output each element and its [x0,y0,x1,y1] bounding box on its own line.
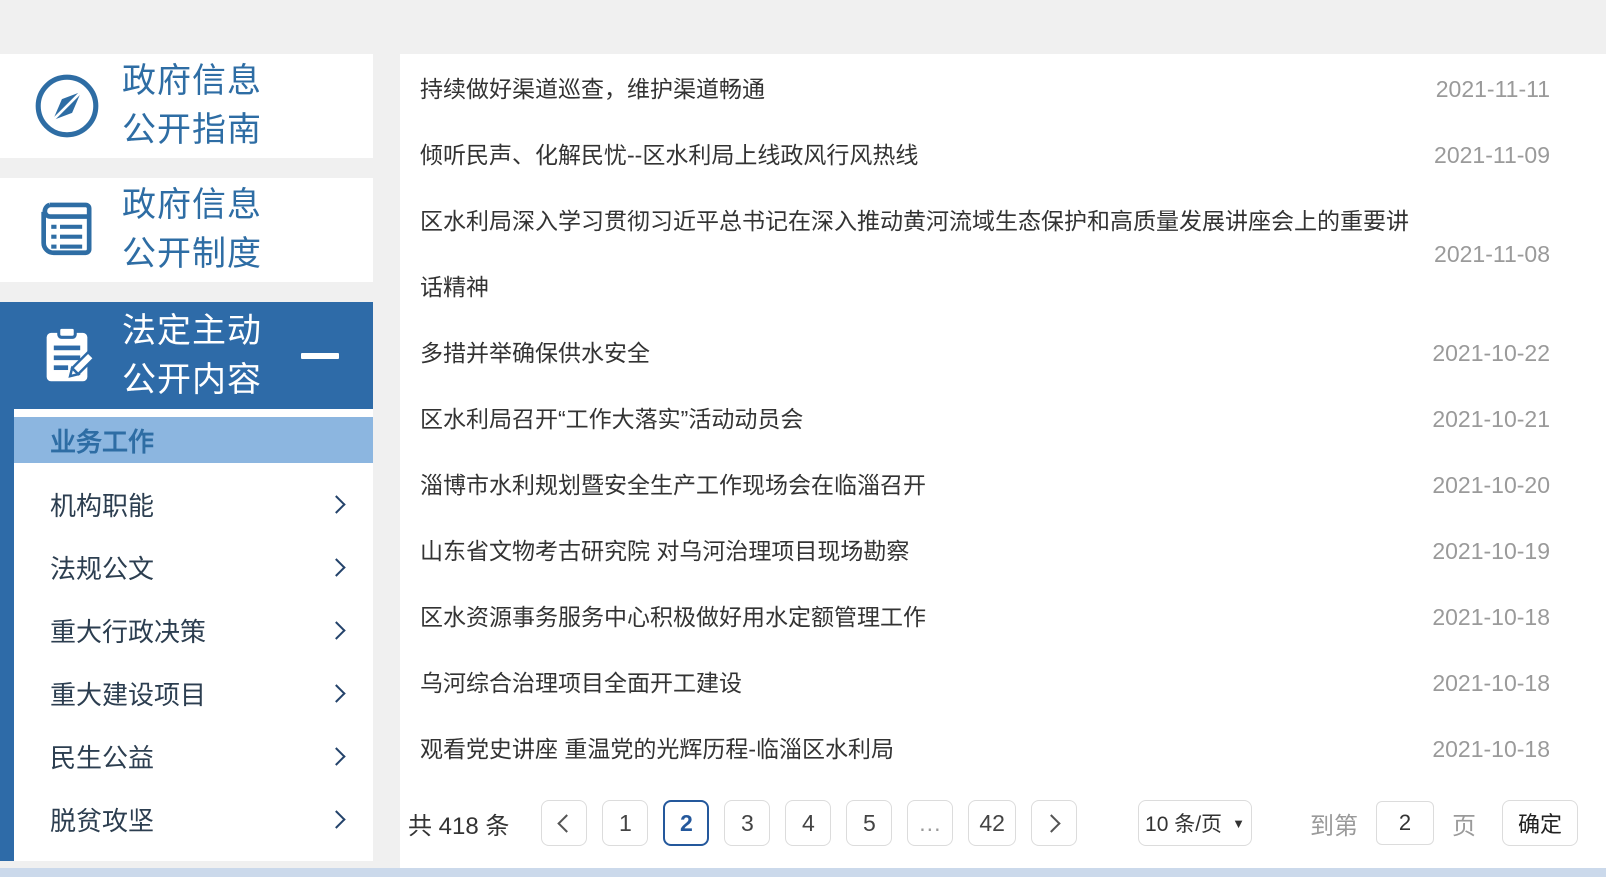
submenu-item-label: 重大建设项目 [50,680,207,710]
submenu-item-label: 业务工作 [50,426,155,457]
clipboard-pencil-icon [30,323,104,389]
sidebar-item-gov-info-system[interactable]: 政府信息 公开制度 [0,178,373,282]
page-button-42[interactable]: 42 [968,800,1016,846]
chevron-right-icon [327,684,346,703]
chevron-right-icon [327,558,346,577]
submenu-item-org-functions[interactable]: 机构职能 [14,473,373,536]
prev-page-button[interactable] [541,800,588,846]
page-button-1[interactable]: 1 [602,800,649,846]
news-title-link[interactable]: 多措并举确保供水安全 [420,320,1432,386]
chevron-right-icon [1042,813,1062,833]
sidebar-item-statutory-disclosure[interactable]: 法定主动 公开内容 [0,302,373,409]
submenu-item-major-decisions[interactable]: 重大行政决策 [14,599,373,662]
chevron-left-icon [557,813,576,833]
page-size-label: 10 条/页 [1145,813,1223,836]
news-date: 2021-10-19 [1432,538,1550,564]
news-row[interactable]: 区水利局召开“工作大落实”活动动员会 2021-10-21 [420,386,1550,452]
news-title-link[interactable]: 山东省文物考古研究院 对乌河治理项目现场勘察 [420,518,1432,584]
submenu-item-label: 重大行政决策 [50,617,207,647]
chevron-right-icon [327,495,346,514]
page-ellipsis-button[interactable]: ... [907,800,954,846]
news-row[interactable]: 持续做好渠道巡查，维护渠道畅通 2021-11-11 [420,56,1550,122]
news-row[interactable]: 乌河综合治理项目全面开工建设 2021-10-18 [420,650,1550,716]
news-date: 2021-11-09 [1434,142,1550,168]
pagination-bar: 共 418 条 1 2 3 4 5 ... 42 10 条/页 ▼ 到第 页 确… [400,788,1606,858]
news-date: 2021-10-22 [1432,340,1550,366]
goto-prefix-label: 到第 [1310,812,1358,840]
news-row[interactable]: 观看党史讲座 重温党的光辉历程-临淄区水利局 2021-10-18 [420,716,1550,782]
news-title-link[interactable]: 观看党史讲座 重温党的光辉历程-临淄区水利局 [420,716,1432,782]
news-title-link[interactable]: 持续做好渠道巡查，维护渠道畅通 [420,56,1436,122]
sidebar-item-label: 政府信息 公开制度 [122,186,262,273]
news-row[interactable]: 淄博市水利规划暨安全生产工作现场会在临淄召开 2021-10-20 [420,452,1550,518]
news-date: 2021-10-18 [1432,670,1550,696]
next-page-button[interactable] [1030,800,1077,846]
goto-page-input[interactable] [1376,801,1434,845]
submenu-item-poverty-alleviation[interactable]: 脱贫攻坚 [14,788,373,851]
sidebar-submenu: 业务工作 机构职能 法规公文 重大行政决策 重大建设项目 民生公益 脱贫攻坚 [0,409,373,861]
news-title-link[interactable]: 区水资源事务服务中心积极做好用水定额管理工作 [420,584,1432,650]
news-date: 2021-10-20 [1432,472,1550,498]
caret-down-icon: ▼ [1232,815,1245,831]
submenu-item-regulations[interactable]: 法规公文 [14,536,373,599]
page-button-2-active[interactable]: 2 [663,800,710,846]
news-row[interactable]: 区水资源事务服务中心积极做好用水定额管理工作 2021-10-18 [420,584,1550,650]
news-date: 2021-11-08 [1434,241,1550,267]
page-button-5[interactable]: 5 [846,800,893,846]
submenu-item-label: 民生公益 [50,743,155,773]
submenu-item-public-welfare[interactable]: 民生公益 [14,725,373,788]
news-row[interactable]: 山东省文物考古研究院 对乌河治理项目现场勘察 2021-10-19 [420,518,1550,584]
news-date: 2021-10-18 [1432,604,1550,630]
goto-page-group: 到第 页 确定 [1310,800,1578,846]
compass-icon [30,70,104,142]
chevron-right-icon [327,621,346,640]
submenu-item-major-projects[interactable]: 重大建设项目 [14,662,373,725]
news-date: 2021-10-21 [1432,406,1550,432]
page-button-4[interactable]: 4 [785,800,832,846]
news-list: 持续做好渠道巡查，维护渠道畅通 2021-11-11 倾听民声、化解民忧--区水… [400,54,1606,782]
sidebar-item-label: 政府信息 公开指南 [122,62,262,149]
submenu-item-label: 法规公文 [50,554,155,584]
news-title-link[interactable]: 区水利局深入学习贯彻习近平总书记在深入推动黄河流域生态保护和高质量发展讲座会上的… [420,188,1434,320]
sidebar-item-gov-info-guide[interactable]: 政府信息 公开指南 [0,54,373,158]
news-date: 2021-11-11 [1435,76,1550,102]
news-row[interactable]: 区水利局深入学习贯彻习近平总书记在深入推动黄河流域生态保护和高质量发展讲座会上的… [420,188,1550,320]
chevron-right-icon [327,810,346,829]
submenu-item-business-work[interactable]: 业务工作 [14,417,373,463]
sidebar: 政府信息 公开指南 政府信息 公开制度 法定主动 公开内容 业务工作 机构职能 … [0,54,373,861]
news-title-link[interactable]: 倾听民声、化解民忧--区水利局上线政风行风热线 [420,122,1434,188]
news-title-link[interactable]: 淄博市水利规划暨安全生产工作现场会在临淄召开 [420,452,1432,518]
page-size-dropdown[interactable]: 10 条/页 ▼ [1137,800,1252,846]
bottom-divider [0,868,1606,877]
goto-suffix-label: 页 [1452,812,1476,840]
submenu-item-label: 机构职能 [50,491,155,521]
chevron-right-icon [327,747,346,766]
confirm-button[interactable]: 确定 [1502,800,1578,846]
total-count-label: 共 418 条 [408,812,510,840]
collapse-minus-icon[interactable] [301,352,339,359]
sidebar-item-label: 法定主动 公开内容 [122,311,262,399]
submenu-item-label: 脱贫攻坚 [50,806,155,836]
main-content: 持续做好渠道巡查，维护渠道畅通 2021-11-11 倾听民声、化解民忧--区水… [400,54,1606,868]
news-title-link[interactable]: 区水利局召开“工作大落实”活动动员会 [420,386,1432,452]
page-button-3[interactable]: 3 [724,800,771,846]
news-row[interactable]: 倾听民声、化解民忧--区水利局上线政风行风热线 2021-11-09 [420,122,1550,188]
news-row[interactable]: 多措并举确保供水安全 2021-10-22 [420,320,1550,386]
news-title-link[interactable]: 乌河综合治理项目全面开工建设 [420,650,1432,716]
news-date: 2021-10-18 [1432,736,1550,762]
book-icon [30,195,104,265]
